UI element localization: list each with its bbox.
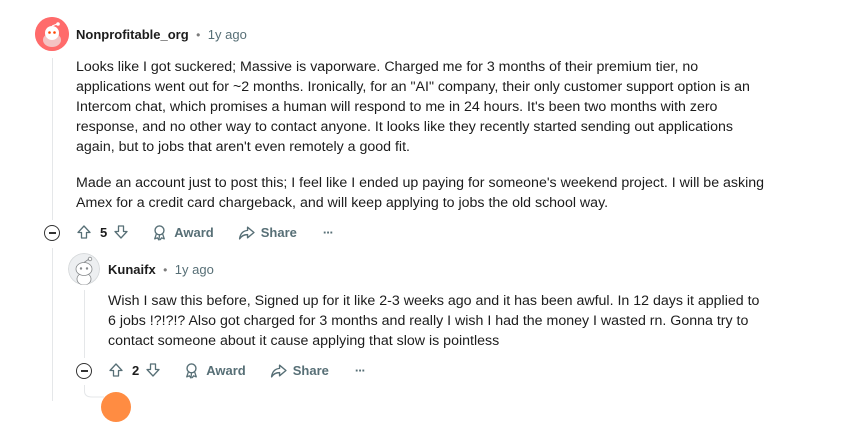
more-icon: ··· bbox=[354, 362, 366, 378]
more-icon: ··· bbox=[322, 224, 334, 240]
thread-line-child[interactable] bbox=[84, 290, 85, 358]
upvote-icon bbox=[109, 363, 123, 377]
more-options-button[interactable]: ··· bbox=[322, 224, 334, 240]
comment-body: Wish I saw this before, Signed up for it… bbox=[108, 291, 768, 367]
comment-body: Looks like I got suckered; Massive is va… bbox=[76, 57, 766, 229]
downvote-icon bbox=[146, 363, 160, 377]
upvote-icon bbox=[77, 225, 91, 239]
award-icon bbox=[154, 224, 166, 241]
collapse-icon bbox=[48, 232, 56, 234]
share-label: Share bbox=[292, 362, 329, 378]
collapse-button[interactable] bbox=[44, 225, 60, 241]
downvote-icon bbox=[114, 225, 128, 239]
share-label: Share bbox=[260, 224, 297, 240]
comment-paragraph: Made an account just to post this; I fee… bbox=[76, 175, 765, 211]
award-label: Award bbox=[174, 224, 214, 240]
more-options-button[interactable]: ··· bbox=[354, 362, 366, 378]
share-icon bbox=[270, 363, 287, 378]
timestamp[interactable]: 1y ago bbox=[175, 262, 214, 277]
snoo-avatar-icon bbox=[68, 253, 100, 285]
upvote-button[interactable] bbox=[108, 362, 124, 378]
avatar[interactable] bbox=[68, 253, 100, 285]
timestamp[interactable]: 1y ago bbox=[208, 27, 247, 42]
separator-dot: • bbox=[163, 263, 168, 277]
downvote-button[interactable] bbox=[145, 362, 161, 378]
vote-count: 5 bbox=[100, 224, 108, 240]
author-name[interactable]: Nonprofitable_org bbox=[76, 27, 189, 42]
award-button[interactable]: Award bbox=[151, 224, 214, 241]
snoo-avatar-icon bbox=[35, 17, 69, 51]
upvote-button[interactable] bbox=[76, 224, 92, 240]
collapse-button[interactable] bbox=[76, 363, 92, 379]
vote-count: 2 bbox=[132, 362, 140, 378]
comment-header: Kunaifx • 1y ago bbox=[108, 261, 214, 279]
separator-dot: • bbox=[196, 28, 201, 42]
share-icon bbox=[238, 225, 255, 240]
comment-action-bar: 2 Award Share ··· bbox=[108, 358, 366, 382]
comment-action-bar: 5 Award Share ··· bbox=[76, 220, 334, 244]
share-button[interactable]: Share bbox=[238, 224, 297, 241]
author-name[interactable]: Kunaifx bbox=[108, 262, 156, 277]
award-label: Award bbox=[206, 362, 246, 378]
downvote-button[interactable] bbox=[113, 224, 129, 240]
thread-line-root-lower[interactable] bbox=[52, 248, 53, 401]
avatar[interactable] bbox=[35, 17, 69, 51]
comment-paragraph: Looks like I got suckered; Massive is va… bbox=[76, 59, 750, 155]
share-button[interactable]: Share bbox=[270, 362, 329, 379]
collapse-icon bbox=[80, 370, 88, 372]
comment-paragraph: Wish I saw this before, Signed up for it… bbox=[108, 293, 760, 349]
award-icon bbox=[186, 362, 198, 379]
award-button[interactable]: Award bbox=[183, 362, 246, 379]
avatar[interactable] bbox=[101, 392, 131, 422]
thread-line-root[interactable] bbox=[52, 58, 53, 220]
comment-header: Nonprofitable_org • 1y ago bbox=[76, 26, 247, 44]
